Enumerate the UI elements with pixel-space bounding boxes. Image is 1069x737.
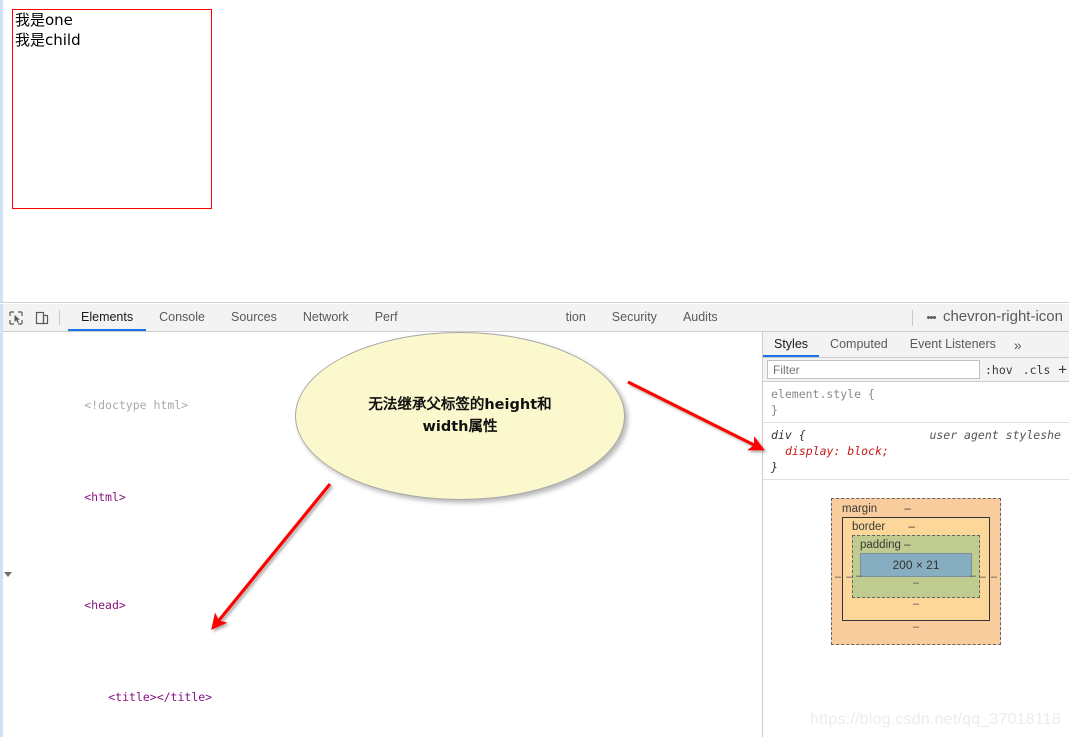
box-model-margin-top-value[interactable]: – — [880, 503, 910, 515]
rule-close-brace: } — [771, 403, 778, 417]
box-model-margin-label: margin — [842, 503, 878, 515]
tag-head: <head> — [84, 597, 126, 612]
tab-sources[interactable]: Sources — [218, 304, 290, 331]
tag-title: <title></title> — [108, 690, 213, 705]
device-toolbar-toggle-icon[interactable] — [29, 304, 55, 331]
tab-network[interactable]: Network — [290, 304, 362, 331]
box-model-margin-bottom-value[interactable]: – — [842, 621, 990, 634]
annotation-callout-ellipse: 无法继承父标签的height和width属性 — [295, 332, 625, 500]
box-model-border-label: border — [852, 521, 886, 533]
style-rule-div-ua[interactable]: div { user agent styleshe display: block… — [763, 423, 1069, 480]
toolbar-divider — [59, 310, 60, 325]
box-model-padding-right-value[interactable]: – — [970, 570, 976, 582]
text-node-child: 我是child — [15, 31, 81, 49]
box-model-border-right-value[interactable]: – — [980, 571, 986, 583]
new-style-rule-button[interactable]: + — [1055, 362, 1066, 378]
browser-viewport: 我是one 我是child — [0, 0, 1069, 303]
tab-styles[interactable]: Styles — [763, 332, 820, 357]
toolbar-right-group: chevron-right-icon — [902, 304, 1069, 331]
tab-elements[interactable]: Elements — [68, 304, 147, 331]
box-model-margin-left-value[interactable]: – — [835, 571, 841, 583]
div-one-rendered-box: 我是one 我是child — [12, 9, 212, 209]
box-model-padding-left-value[interactable]: – — [856, 570, 862, 582]
devtools-toolbar: Elements Console Sources Network Perf ti… — [3, 304, 1069, 332]
tab-event-listeners[interactable]: Event Listeners — [899, 332, 1007, 357]
box-model-margin[interactable]: margin – – – border – – – padding – – – — [831, 498, 1001, 645]
styles-filter-input[interactable] — [767, 360, 980, 379]
box-model-padding-label: padding — [860, 539, 901, 551]
tab-performance[interactable]: Perf — [362, 304, 411, 331]
hov-toggle-button[interactable]: :hov — [980, 363, 1018, 377]
tag-html: <html> — [84, 490, 126, 505]
box-model-border-top-value[interactable]: – — [888, 521, 914, 533]
styles-sidebar: Styles Computed Event Listeners » :hov .… — [763, 332, 1069, 737]
watermark-url: https://blog.csdn.net/qq_37018118 — [810, 711, 1061, 728]
kebab-menu-icon[interactable] — [923, 315, 941, 320]
chevron-right-icon[interactable]: chevron-right-icon — [941, 308, 1067, 327]
rule-declaration-display[interactable]: display: block; — [771, 443, 1063, 459]
tab-console[interactable]: Console — [146, 304, 218, 331]
box-model-content-size[interactable]: 200 × 21 — [860, 553, 972, 577]
rule-close-brace-div: } — [771, 460, 778, 474]
tab-security[interactable]: Security — [599, 304, 670, 331]
tab-computed[interactable]: Computed — [819, 332, 899, 357]
dom-line-title[interactable]: <title></title> — [3, 675, 762, 721]
box-model-padding-top-value[interactable]: – — [904, 539, 910, 551]
tab-application[interactable]: tion — [411, 304, 599, 331]
text-node-one: 我是one — [15, 11, 73, 29]
toolbar-divider-right — [911, 309, 913, 326]
box-model-border[interactable]: border – – – padding – – – 200 × 21 – – — [842, 517, 990, 621]
box-model-padding[interactable]: padding – – – 200 × 21 – — [852, 535, 980, 598]
box-model-margin-right-value[interactable]: – — [991, 571, 997, 583]
more-tabs-icon[interactable]: » — [1007, 332, 1029, 357]
rule-selector-element-style: element.style { — [771, 387, 875, 401]
rule-origin-label: user agent styleshe — [929, 428, 1061, 442]
twisty-expanded-icon[interactable] — [4, 572, 12, 578]
dom-line-head-open[interactable]: <head> — [3, 567, 762, 629]
doctype-text: <!doctype html> — [84, 397, 189, 412]
inspect-element-picker-icon[interactable] — [3, 304, 29, 331]
box-model-border-bottom-value[interactable]: – — [852, 598, 980, 611]
style-rule-element-style[interactable]: element.style { } — [763, 382, 1069, 423]
styles-filter-row: :hov .cls + — [763, 358, 1069, 382]
box-model-diagram: margin – – – border – – – padding – – – — [763, 480, 1069, 645]
tab-audits[interactable]: Audits — [670, 304, 731, 331]
styles-sidebar-tabs: Styles Computed Event Listeners » — [763, 332, 1069, 358]
annotation-callout-text: 无法继承父标签的height和width属性 — [368, 397, 552, 435]
cls-toggle-button[interactable]: .cls — [1018, 363, 1056, 377]
box-model-padding-bottom-value[interactable]: – — [860, 577, 972, 590]
devtools-panel-tabs: Elements Console Sources Network Perf ti… — [68, 304, 731, 331]
